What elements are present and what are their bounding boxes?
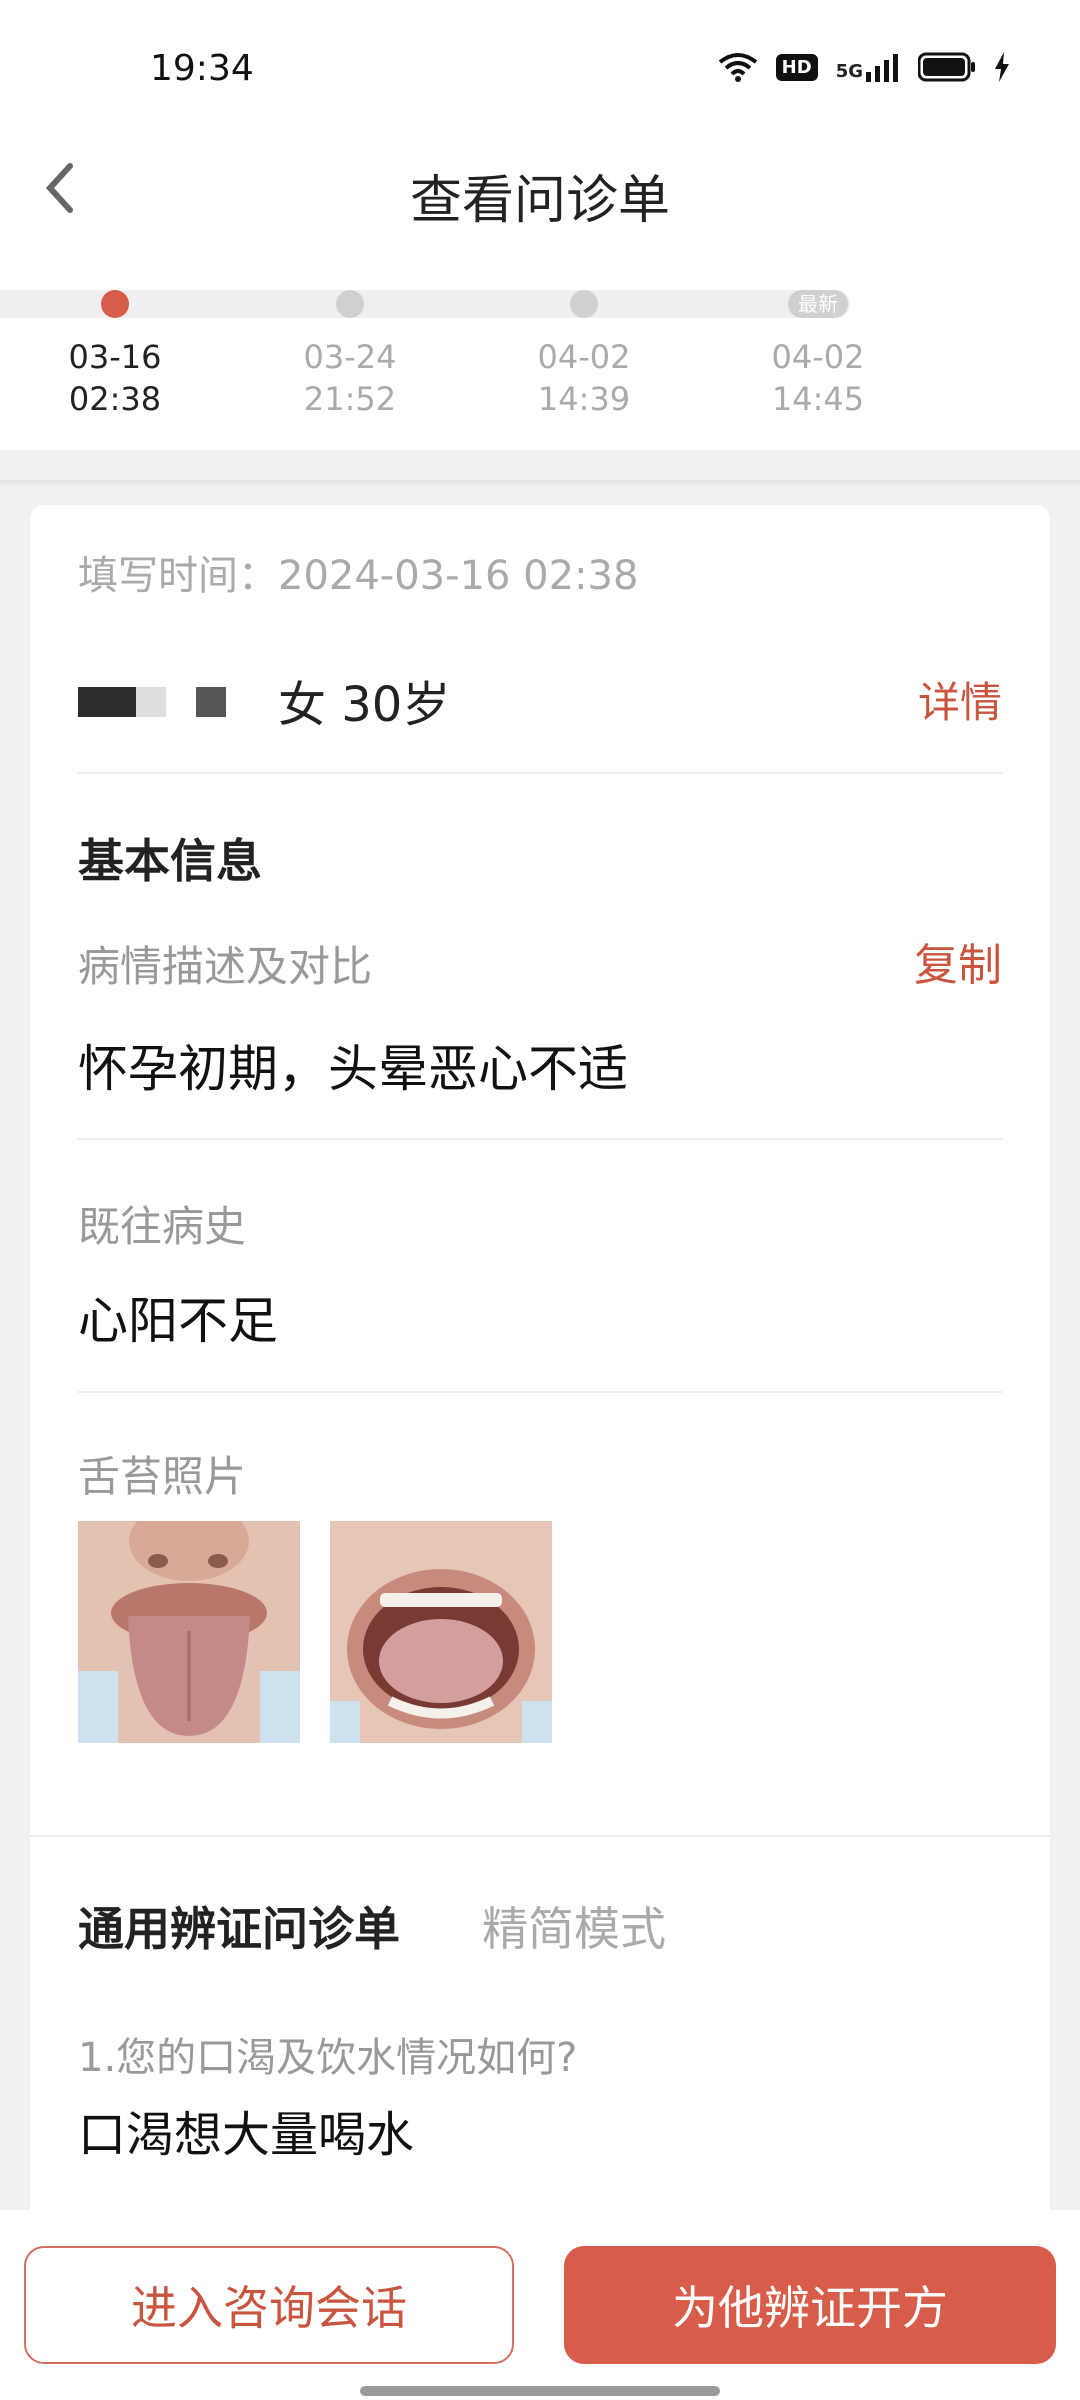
timeline-item-1[interactable]: 03-16 02:38 (35, 290, 195, 420)
fill-time: 填写时间：2024-03-16 02:38 (78, 543, 638, 601)
bottom-action-bar: 进入咨询会话 为他辨证开方 (0, 2210, 1080, 2400)
condition-value: 怀孕初期，头晕恶心不适 (78, 1040, 628, 1098)
condition-label: 病情描述及对比 (78, 942, 373, 991)
timeline-dot (101, 290, 129, 318)
history-value: 心阳不足 (78, 1292, 278, 1350)
tongue-photo-2[interactable] (330, 1521, 552, 1743)
question-1: 1.您的口渴及饮水情况如何? (78, 2035, 578, 2081)
tab-general-questionnaire[interactable]: 通用辨证问诊单 (78, 1893, 400, 1959)
record-timeline: 03-16 02:38 03-24 21:52 04-02 14:39 最新 0… (0, 290, 1080, 450)
status-bar: 19:34 HD 5G (0, 0, 1080, 140)
fill-time-value: 2024-03-16 02:38 (278, 553, 639, 599)
patient-row: 女 30岁 详情 (78, 665, 1002, 733)
fill-time-label: 填写时间： (78, 553, 278, 599)
timeline-date: 03-24 21:52 (303, 338, 397, 418)
latest-badge: 最新 (788, 290, 848, 318)
page-title: 查看问诊单 (409, 171, 670, 231)
tab-simple-mode[interactable]: 精简模式 (482, 1893, 666, 1959)
app-screen: 19:34 HD 5G 查看问诊单 03-16 02:38 03-24 21:5… (0, 0, 1080, 2400)
5g-signal-icon: 5G (836, 52, 900, 82)
questionnaire-tabs: 通用辨证问诊单 精简模式 (78, 1893, 666, 1959)
consultation-card: 填写时间：2024-03-16 02:38 女 30岁 详情 基本信息 病情描述… (30, 505, 1050, 2225)
redacted-name-part (196, 687, 226, 717)
hd-icon: HD (775, 53, 818, 81)
answer-1: 口渴想大量喝水 (78, 2107, 415, 2163)
divider (78, 772, 1002, 774)
tongue-photos (78, 1521, 552, 1743)
timeline-item-2[interactable]: 03-24 21:52 (270, 290, 430, 420)
home-indicator[interactable] (360, 2386, 720, 2396)
patient-gender-age: 女 30岁 (278, 677, 451, 733)
consult-session-button[interactable]: 进入咨询会话 (24, 2246, 514, 2364)
copy-button[interactable]: 复制 (914, 929, 1002, 993)
5g-label: 5G (835, 61, 863, 82)
battery-icon (918, 52, 976, 82)
header-shadow (0, 480, 1080, 488)
wifi-icon (718, 52, 758, 82)
redacted-name-part (136, 687, 166, 717)
timeline-item-3[interactable]: 04-02 14:39 (504, 290, 664, 420)
status-icons: HD 5G (718, 52, 1010, 82)
divider (78, 1391, 1002, 1393)
timeline-date: 03-16 02:38 (68, 338, 162, 418)
divider (78, 1138, 1002, 1140)
timeline-date: 04-02 14:45 (771, 338, 865, 418)
timeline-dot (570, 290, 598, 318)
basic-info-title: 基本信息 (78, 834, 262, 888)
redacted-name (78, 687, 136, 717)
status-time: 19:34 (150, 48, 254, 89)
tongue-photo-label: 舌苔照片 (78, 1452, 247, 1501)
page-header: 查看问诊单 03-16 02:38 03-24 21:52 04-02 14:3… (0, 140, 1080, 450)
section-divider (30, 1835, 1050, 1837)
history-label: 既往病史 (78, 1202, 247, 1251)
tongue-photo-1[interactable] (78, 1521, 300, 1743)
prescribe-button[interactable]: 为他辨证开方 (564, 2246, 1056, 2364)
charging-icon (994, 52, 1010, 82)
timeline-dot (336, 290, 364, 318)
timeline-item-4[interactable]: 最新 04-02 14:45 (738, 290, 898, 420)
timeline-date: 04-02 14:39 (537, 338, 631, 418)
details-link[interactable]: 详情 (918, 669, 1002, 730)
